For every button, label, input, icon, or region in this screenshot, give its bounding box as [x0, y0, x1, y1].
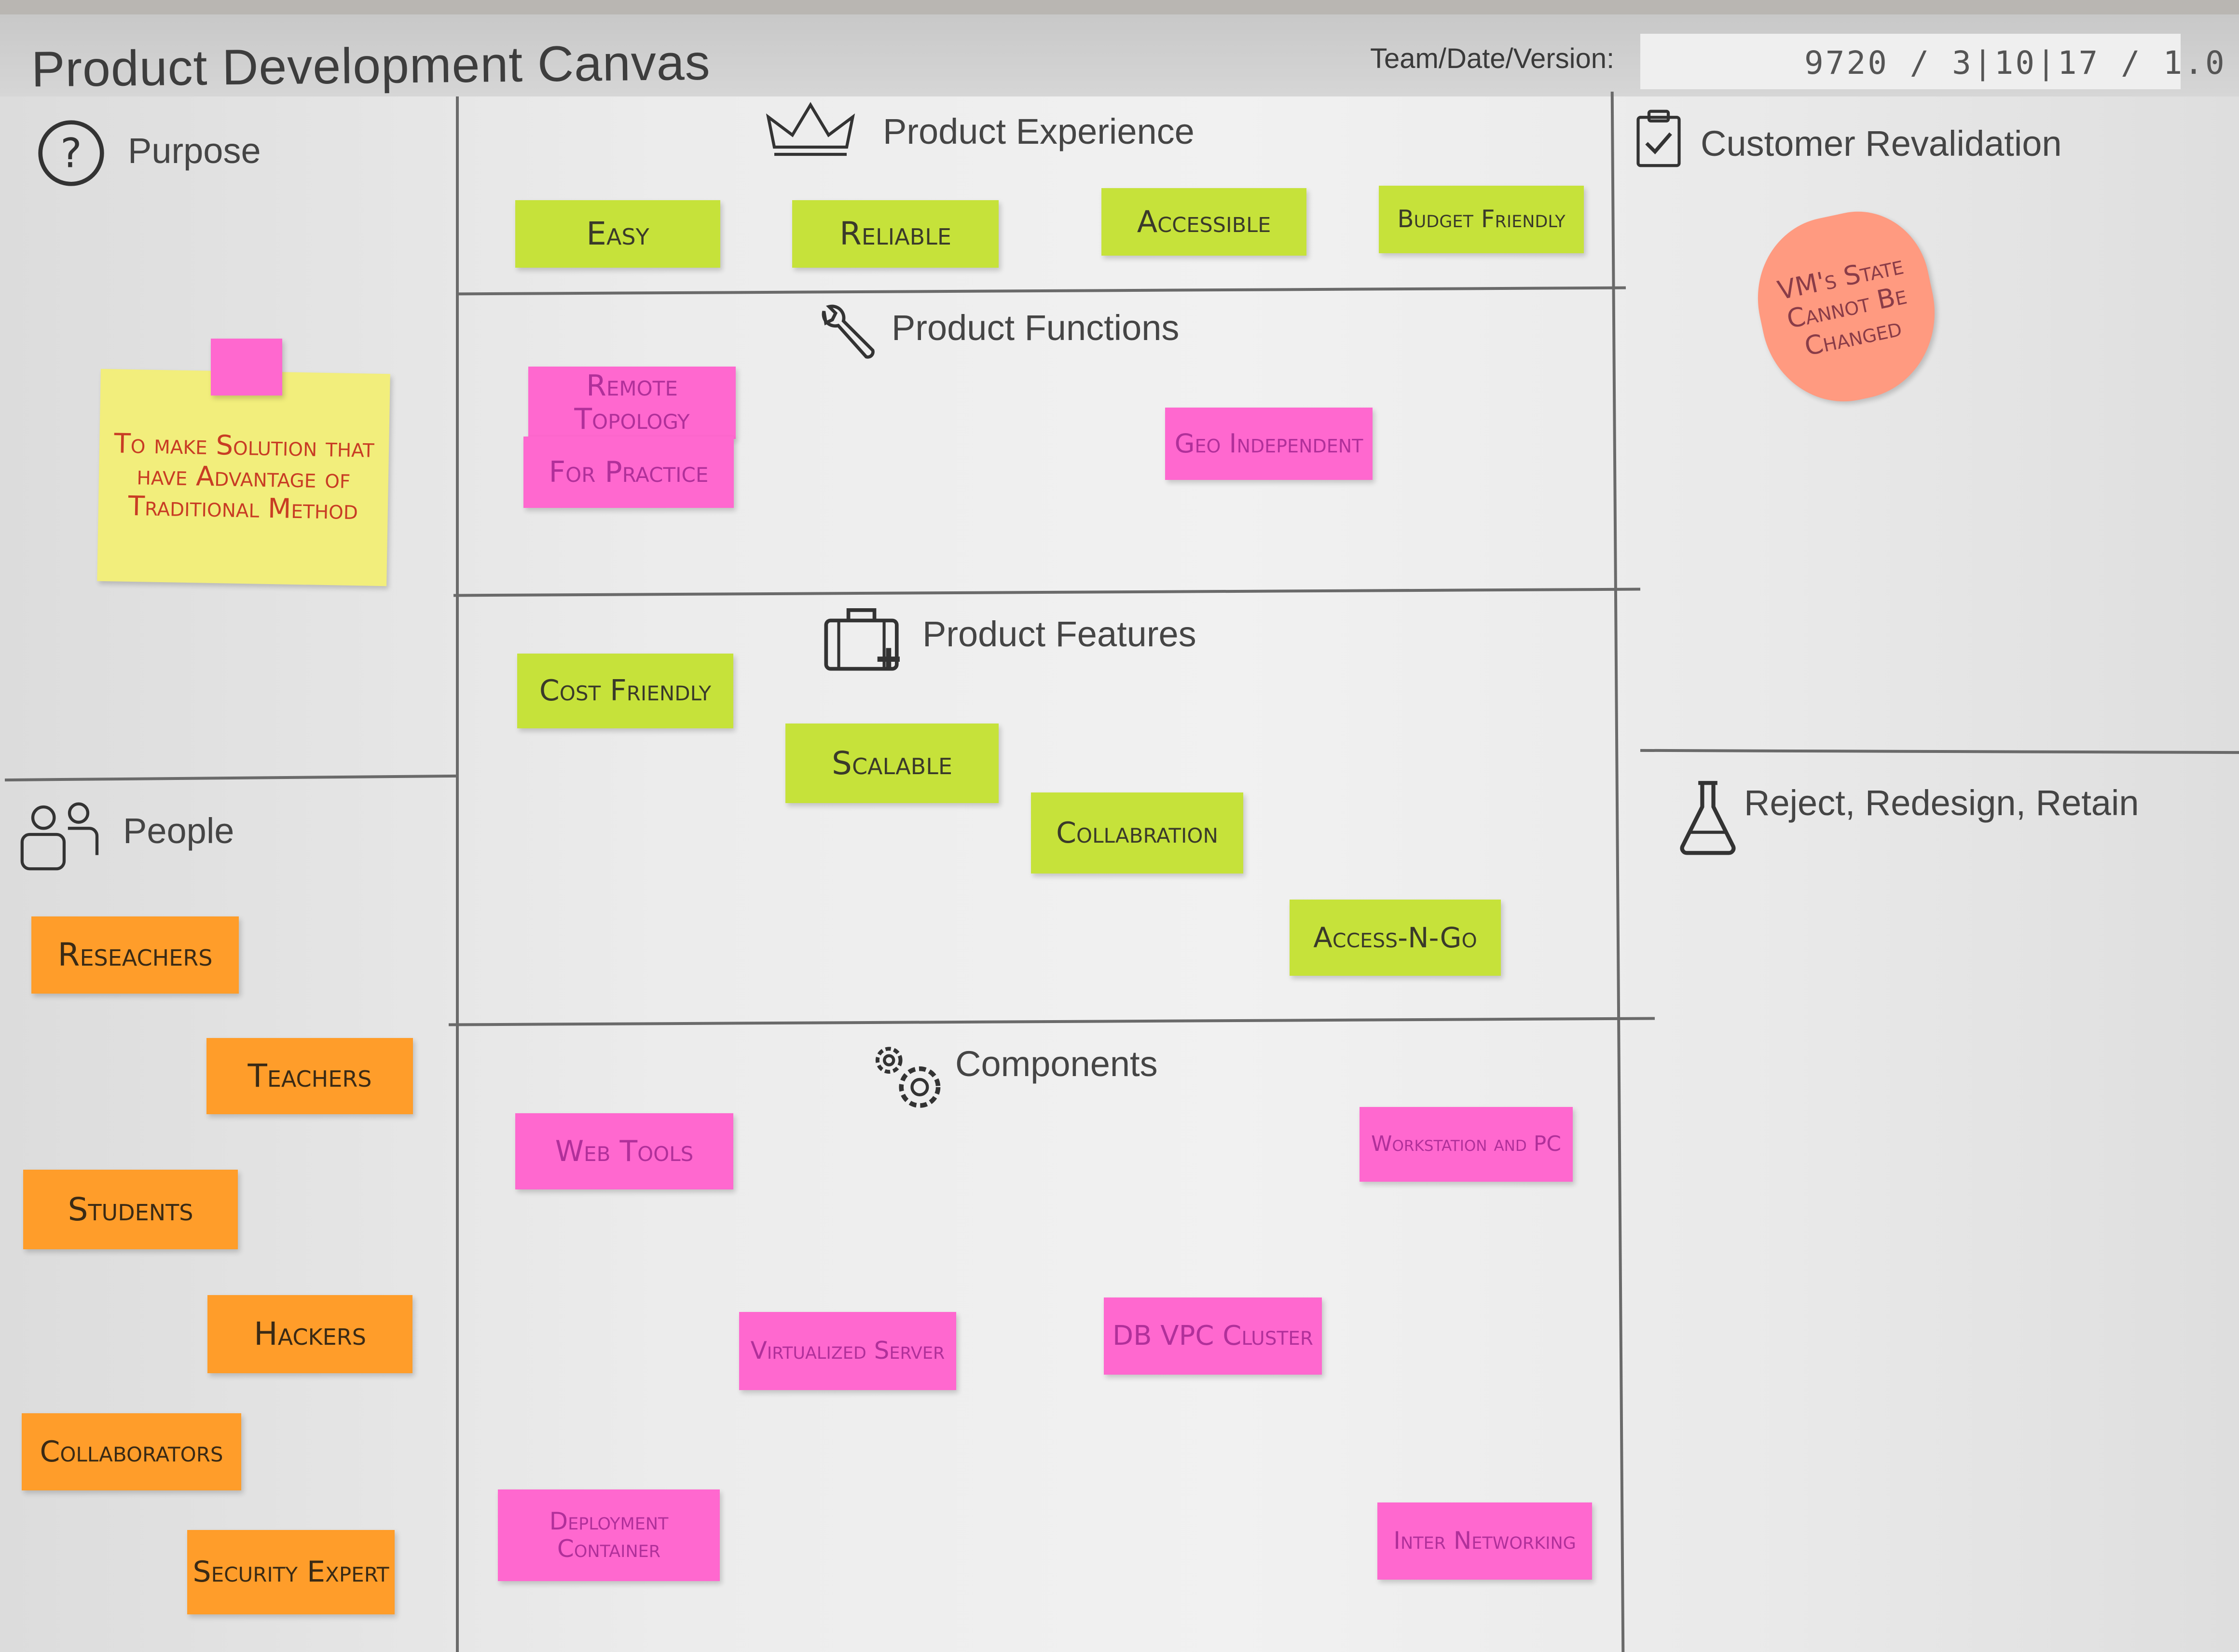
- section-title-product-functions: Product Functions: [892, 308, 1180, 348]
- sticky-note-experience-budget-friendly[interactable]: Budget Friendly: [1379, 186, 1584, 253]
- sticky-note-components-workstation-pc[interactable]: Workstation and PC: [1360, 1107, 1573, 1182]
- section-title-reject-redesign-retain: Reject, Redesign, Retain: [1744, 783, 2139, 823]
- section-title-product-experience: Product Experience: [883, 111, 1195, 151]
- gears-icon: [866, 1037, 950, 1114]
- team-date-version-value: 9720 / 3|10|17 / 1.0: [1804, 44, 2226, 82]
- section-title-components: Components: [955, 1044, 1158, 1084]
- canvas-title: Product Development Canvas: [31, 34, 711, 98]
- sticky-note-tab[interactable]: [211, 339, 282, 396]
- sticky-note-people-collaborators[interactable]: Collaborators: [22, 1413, 241, 1490]
- svg-text:?: ?: [60, 130, 82, 177]
- sticky-note-components-web-tools[interactable]: Web Tools: [515, 1113, 733, 1189]
- section-title-people: People: [123, 811, 234, 851]
- section-title-product-features: Product Features: [922, 614, 1196, 654]
- sticky-note-functions-for-practice[interactable]: For Practice: [523, 437, 734, 508]
- sticky-note-features-scalable[interactable]: Scalable: [785, 724, 999, 803]
- sticky-note-people-hackers[interactable]: Hackers: [207, 1295, 412, 1373]
- crown-icon: [762, 99, 859, 159]
- section-title-customer-revalidation: Customer Revalidation: [1701, 123, 2062, 164]
- sticky-note-functions-remote-topology[interactable]: Remote Topology: [528, 367, 736, 439]
- sticky-note-experience-reliable[interactable]: Reliable: [792, 200, 999, 268]
- sticky-note-features-collabration[interactable]: Collabration: [1031, 792, 1243, 874]
- sticky-note-functions-geo-independent[interactable]: Geo Independent: [1165, 408, 1373, 480]
- sticky-note-components-inter-networking[interactable]: Inter Networking: [1377, 1502, 1592, 1580]
- wrench-icon: [810, 301, 883, 367]
- sticky-note-people-students[interactable]: Students: [23, 1170, 238, 1249]
- flask-icon: [1674, 777, 1742, 856]
- divider-left-vertical: [456, 96, 459, 1652]
- sticky-note-experience-accessible[interactable]: Accessible: [1101, 188, 1306, 256]
- sticky-note-people-reseachers[interactable]: Reseachers: [31, 916, 239, 994]
- briefcase-plus-icon: [820, 601, 909, 678]
- question-mark-icon: ?: [36, 118, 106, 188]
- sticky-note-people-security-expert[interactable]: Security Expert: [187, 1530, 395, 1614]
- sticky-note-components-db-vpc-cluster[interactable]: DB VPC Cluster: [1104, 1297, 1322, 1375]
- team-date-version-label: Team/Date/Version:: [1370, 43, 1615, 74]
- section-title-purpose: Purpose: [128, 131, 261, 171]
- people-icon: [14, 796, 106, 873]
- sticky-note-components-virtualized-server[interactable]: Virtualized Server: [739, 1312, 956, 1390]
- clipboard-check-icon: [1635, 107, 1683, 170]
- sticky-note-features-cost-friendly[interactable]: Cost Friendly: [517, 654, 733, 728]
- sticky-note-people-teachers[interactable]: Teachers: [206, 1038, 413, 1114]
- sticky-note-features-access-n-go[interactable]: Access-N-Go: [1290, 900, 1501, 976]
- sticky-note-experience-easy[interactable]: Easy: [515, 200, 720, 268]
- sticky-note-components-deployment-container[interactable]: Deployment Container: [498, 1489, 720, 1581]
- sticky-note-purpose[interactable]: To make Solution that have Advantage of …: [97, 369, 390, 587]
